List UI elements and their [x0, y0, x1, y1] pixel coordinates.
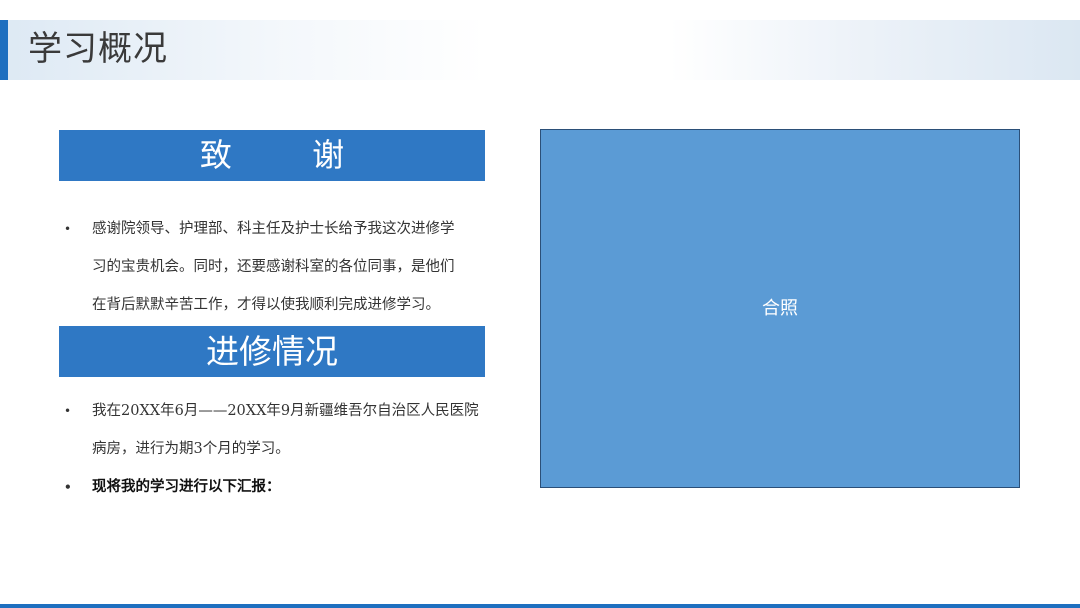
photo-label: 合照 — [762, 297, 798, 319]
study-bullet-item-2: • 现将我的学习进行以下汇报： — [64, 468, 494, 506]
study-report-line: 现将我的学习进行以下汇报： — [92, 478, 281, 495]
title-accent-bar — [0, 20, 8, 80]
thanks-line-2: 习的宝贵机会。同时，还要感谢科室的各位同事，是他们 — [92, 259, 455, 275]
study-line-1: 我在20XX年6月——20XX年9月新疆维吾尔自治区人民医院 — [92, 403, 479, 419]
bullet-dot-icon: • — [64, 480, 72, 494]
bullet-dot-icon: • — [64, 404, 72, 418]
thanks-section-header: 致 谢 — [59, 130, 485, 181]
thanks-list: • 感谢院领导、护理部、科主任及护士长给予我这次进修学 习的宝贵机会。同时，还要… — [64, 210, 494, 324]
study-list: • 我在20XX年6月——20XX年9月新疆维吾尔自治区人民医院 病房，进行为期… — [64, 392, 494, 506]
study-section-header: 进修情况 — [59, 326, 485, 377]
thanks-line-1: 感谢院领导、护理部、科主任及护士长给予我这次进修学 — [92, 221, 455, 237]
page-title: 学习概况 — [28, 29, 168, 69]
study-bullet-item-1: • 我在20XX年6月——20XX年9月新疆维吾尔自治区人民医院 病房，进行为期… — [64, 392, 494, 468]
thanks-line-3: 在背后默默辛苦工作，才得以使我顺利完成进修学习。 — [92, 297, 440, 313]
group-photo-placeholder: 合照 — [540, 129, 1020, 488]
bottom-accent-bar — [0, 604, 1080, 608]
study-line-2: 病房，进行为期3个月的学习。 — [92, 441, 290, 457]
bullet-dot-icon: • — [64, 222, 72, 236]
thanks-bullet-item: • 感谢院领导、护理部、科主任及护士长给予我这次进修学 习的宝贵机会。同时，还要… — [64, 210, 494, 324]
